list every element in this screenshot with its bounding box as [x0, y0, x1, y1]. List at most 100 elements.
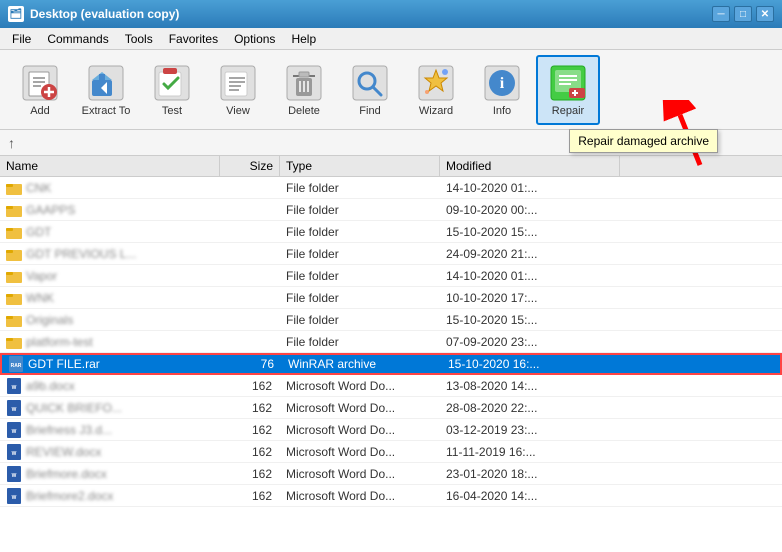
table-row[interactable]: WNK File folder 10-10-2020 17:... — [0, 287, 782, 309]
file-type-cell: File folder — [280, 267, 440, 285]
file-type-icon — [6, 312, 22, 328]
file-type-icon — [6, 334, 22, 350]
file-modified-cell: 14-10-2020 01:... — [440, 267, 620, 285]
menu-help[interactable]: Help — [283, 30, 324, 48]
svg-text:RAR: RAR — [11, 363, 22, 369]
menu-file[interactable]: File — [4, 30, 39, 48]
minimize-button[interactable]: ─ — [712, 6, 730, 22]
table-row[interactable]: W Briefmore.docx 162 Microsoft Word Do..… — [0, 463, 782, 485]
menu-tools[interactable]: Tools — [117, 30, 161, 48]
column-name-header[interactable]: Name — [0, 156, 220, 176]
window-controls[interactable]: ─ □ ✕ — [712, 6, 774, 22]
close-button[interactable]: ✕ — [756, 6, 774, 22]
toolbar-wizard-button[interactable]: Wizard — [404, 55, 468, 125]
file-modified-cell: 03-12-2019 23:... — [440, 421, 620, 439]
add-label: Add — [30, 105, 50, 117]
file-rows-container: CNK File folder 14-10-2020 01:... GAAPPS… — [0, 177, 782, 507]
toolbar-delete-button[interactable]: Delete — [272, 55, 336, 125]
table-row[interactable]: GDT File folder 15-10-2020 15:... — [0, 221, 782, 243]
file-name-cell: W Briefness J3.d... — [0, 420, 220, 440]
table-row[interactable]: GAAPPS File folder 09-10-2020 00:... — [0, 199, 782, 221]
info-icon: i — [482, 63, 522, 103]
test-label: Test — [162, 105, 182, 117]
table-row[interactable]: W a9b.docx 162 Microsoft Word Do... 13-0… — [0, 375, 782, 397]
file-size-cell — [220, 318, 280, 322]
maximize-button[interactable]: □ — [734, 6, 752, 22]
file-type-cell: Microsoft Word Do... — [280, 399, 440, 417]
file-type-cell: Microsoft Word Do... — [280, 465, 440, 483]
file-type-cell: File folder — [280, 201, 440, 219]
file-modified-cell: 28-08-2020 22:... — [440, 399, 620, 417]
menu-commands[interactable]: Commands — [39, 30, 116, 48]
menu-options[interactable]: Options — [226, 30, 283, 48]
file-name-cell: Vapor — [0, 266, 220, 286]
file-size-cell: 162 — [220, 399, 280, 417]
nav-up-button[interactable]: ↑ — [8, 135, 15, 151]
file-type-icon: RAR — [8, 356, 24, 372]
toolbar-test-button[interactable]: Test — [140, 55, 204, 125]
file-type-cell: File folder — [280, 289, 440, 307]
file-modified-cell: 11-11-2019 16:... — [440, 443, 620, 461]
view-icon — [218, 63, 258, 103]
file-type-cell: Microsoft Word Do... — [280, 443, 440, 461]
file-size-cell — [220, 296, 280, 300]
delete-label: Delete — [288, 105, 320, 117]
toolbar-info-button[interactable]: i Info — [470, 55, 534, 125]
add-icon — [20, 63, 60, 103]
toolbar-view-button[interactable]: View — [206, 55, 270, 125]
file-name-cell: W REVIEW.docx — [0, 442, 220, 462]
file-size-cell — [220, 340, 280, 344]
info-label: Info — [493, 105, 511, 117]
file-type-icon: W — [6, 488, 22, 504]
file-type-cell: Microsoft Word Do... — [280, 421, 440, 439]
menubar: File Commands Tools Favorites Options He… — [0, 28, 782, 50]
table-row[interactable]: W QUICK BRIEFO... 162 Microsoft Word Do.… — [0, 397, 782, 419]
table-row[interactable]: platform-test File folder 07-09-2020 23:… — [0, 331, 782, 353]
file-size-cell — [220, 230, 280, 234]
titlebar: 🗂 Desktop (evaluation copy) ─ □ ✕ — [0, 0, 782, 28]
file-type-icon: W — [6, 378, 22, 394]
file-name-cell: platform-test — [0, 332, 220, 352]
toolbar: Add Extract To — [0, 50, 782, 130]
table-row[interactable]: RAR GDT FILE.rar 76 WinRAR archive 15-10… — [0, 353, 782, 375]
file-type-cell: File folder — [280, 179, 440, 197]
table-row[interactable]: W Briefmore2.docx 162 Microsoft Word Do.… — [0, 485, 782, 507]
toolbar-repair-button[interactable]: Repair Repair damaged archive — [536, 55, 600, 125]
file-type-icon — [6, 290, 22, 306]
extract-icon — [86, 63, 126, 103]
file-size-cell — [220, 186, 280, 190]
table-row[interactable]: Originals File folder 15-10-2020 15:... — [0, 309, 782, 331]
file-type-icon — [6, 202, 22, 218]
column-modified-header[interactable]: Modified — [440, 156, 620, 176]
column-type-header[interactable]: Type — [280, 156, 440, 176]
repair-label: Repair — [552, 105, 584, 117]
file-modified-cell: 10-10-2020 17:... — [440, 289, 620, 307]
svg-text:W: W — [12, 473, 17, 479]
extract-label: Extract To — [82, 105, 131, 117]
menu-favorites[interactable]: Favorites — [161, 30, 226, 48]
toolbar-find-button[interactable]: Find — [338, 55, 402, 125]
file-size-cell: 162 — [220, 377, 280, 395]
file-modified-cell: 09-10-2020 00:... — [440, 201, 620, 219]
column-size-header[interactable]: Size — [220, 156, 280, 176]
toolbar-extract-button[interactable]: Extract To — [74, 55, 138, 125]
table-row[interactable]: W REVIEW.docx 162 Microsoft Word Do... 1… — [0, 441, 782, 463]
table-row[interactable]: W Briefness J3.d... 162 Microsoft Word D… — [0, 419, 782, 441]
file-type-cell: File folder — [280, 223, 440, 241]
delete-icon — [284, 63, 324, 103]
file-type-icon — [6, 268, 22, 284]
toolbar-add-button[interactable]: Add — [8, 55, 72, 125]
file-modified-cell: 14-10-2020 01:... — [440, 179, 620, 197]
file-list: Name Size Type Modified CNK File folder … — [0, 156, 782, 552]
table-row[interactable]: GDT PREVIOUS L... File folder 24-09-2020… — [0, 243, 782, 265]
svg-text:W: W — [12, 495, 17, 501]
file-name-cell: CNK — [0, 178, 220, 198]
file-name-cell: Originals — [0, 310, 220, 330]
svg-text:W: W — [12, 407, 17, 413]
file-name-cell: W Briefmore2.docx — [0, 486, 220, 506]
find-icon — [350, 63, 390, 103]
table-row[interactable]: Vapor File folder 14-10-2020 01:... — [0, 265, 782, 287]
table-row[interactable]: CNK File folder 14-10-2020 01:... — [0, 177, 782, 199]
file-type-cell: File folder — [280, 333, 440, 351]
file-modified-cell: 15-10-2020 15:... — [440, 223, 620, 241]
